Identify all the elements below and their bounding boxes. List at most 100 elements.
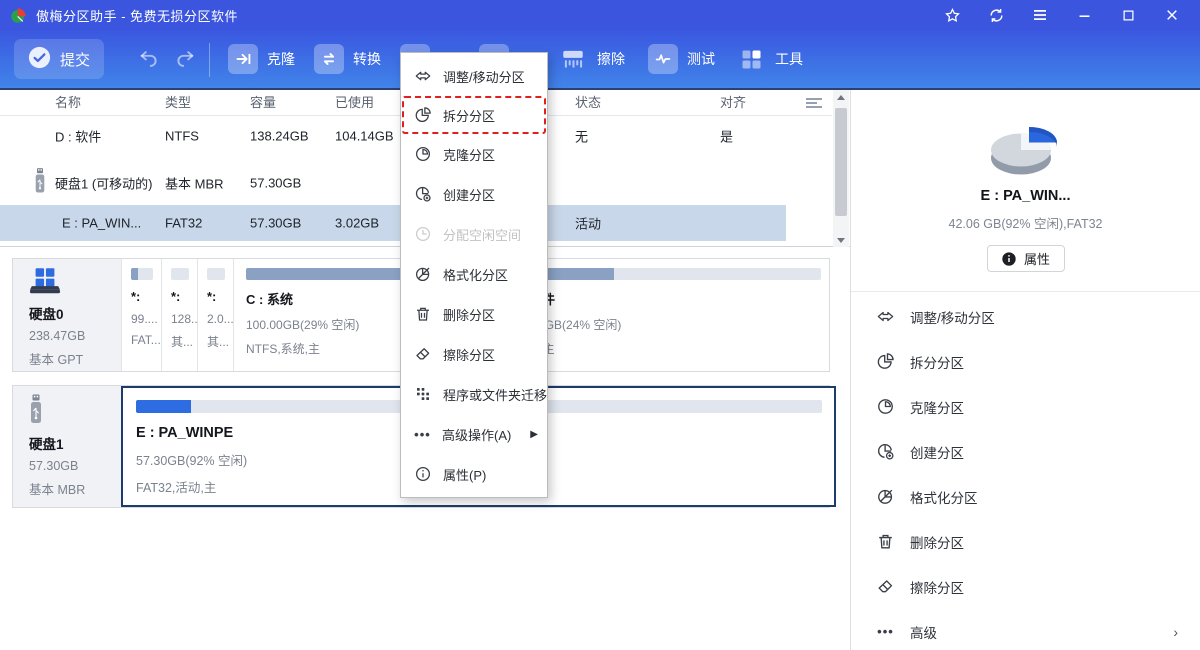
redo-button[interactable] bbox=[174, 48, 196, 70]
sidebar-action-list: 调整/移动分区 拆分分区 克隆分区 创建分区 格式化分区 删除分区 擦除分区 •… bbox=[851, 292, 1200, 650]
submit-label: 提交 bbox=[60, 49, 90, 70]
row-name: E : PA_WIN... bbox=[62, 216, 141, 231]
row-used: 104.14GB bbox=[335, 129, 394, 144]
undo-icon bbox=[138, 48, 160, 70]
convert-icon bbox=[314, 44, 344, 74]
maximize-button[interactable] bbox=[1118, 5, 1138, 25]
sidebar-item-label: 调整/移动分区 bbox=[910, 307, 995, 327]
partition-fs: FAT... bbox=[131, 333, 153, 347]
erase-shredder-icon bbox=[558, 44, 588, 74]
sidebar-item-delete-partition[interactable]: 删除分区 bbox=[851, 519, 1200, 564]
partition-block[interactable]: *: 2.0... 其... bbox=[197, 259, 233, 371]
window-title: 傲梅分区助手 - 免费无损分区软件 bbox=[36, 6, 238, 25]
sidebar-item-label: 擦除分区 bbox=[910, 577, 964, 597]
close-button[interactable] bbox=[1162, 5, 1182, 25]
menu-item-allocate-free-space: 分配空闲空间 bbox=[401, 214, 547, 254]
wipe-partition-icon bbox=[414, 345, 432, 363]
column-header-status[interactable]: 状态 bbox=[575, 90, 601, 116]
menu-item-wipe-partition[interactable]: 擦除分区 bbox=[401, 334, 547, 374]
clone-button[interactable]: 克隆 bbox=[228, 44, 295, 74]
partition-block[interactable]: *: 99.... FAT... bbox=[121, 259, 161, 371]
column-header-used[interactable]: 已使用 bbox=[335, 90, 374, 116]
partition-name: *: bbox=[131, 289, 153, 304]
disk-size: 238.47GB bbox=[29, 329, 121, 343]
partition-fs: 其... bbox=[207, 333, 225, 350]
info-icon bbox=[1001, 251, 1017, 267]
sidebar-item-clone-partition[interactable]: 克隆分区 bbox=[851, 384, 1200, 429]
sidebar-item-split-partition[interactable]: 拆分分区 bbox=[851, 339, 1200, 384]
disk1-info[interactable]: 硬盘1 57.30GB 基本 MBR bbox=[13, 386, 121, 507]
menu-item-create-partition[interactable]: 创建分区 bbox=[401, 174, 547, 214]
partition-pie-chart bbox=[981, 116, 1071, 182]
favorite-star-icon[interactable] bbox=[942, 5, 962, 25]
partition-size: 128... bbox=[171, 312, 189, 326]
minimize-button[interactable] bbox=[1074, 5, 1094, 25]
convert-button[interactable]: 转换 bbox=[314, 44, 381, 74]
undo-button[interactable] bbox=[138, 48, 160, 70]
main-menu-icon[interactable] bbox=[1030, 5, 1050, 25]
delete-partition-icon bbox=[414, 305, 432, 323]
wipe-partition-icon bbox=[876, 577, 895, 596]
submit-button[interactable]: 提交 bbox=[14, 39, 104, 79]
refresh-icon[interactable] bbox=[986, 5, 1006, 25]
tools-label: 工具 bbox=[775, 49, 803, 69]
clone-partition-icon bbox=[876, 397, 895, 416]
menu-item-label: 拆分分区 bbox=[443, 106, 495, 125]
menu-item-split-partition[interactable]: 拆分分区 bbox=[404, 98, 544, 132]
row-type: NTFS bbox=[165, 129, 199, 144]
ellipsis-icon: ••• bbox=[876, 624, 895, 639]
selected-partition-name: E : PA_WIN... bbox=[851, 188, 1200, 204]
menu-item-format-partition[interactable]: 格式化分区 bbox=[401, 254, 547, 294]
test-label: 测试 bbox=[687, 49, 715, 69]
usage-bar bbox=[171, 268, 189, 280]
sidebar-item-format-partition[interactable]: 格式化分区 bbox=[851, 474, 1200, 519]
sidebar-item-advanced[interactable]: ••• 高级 › bbox=[851, 609, 1200, 650]
partition-size: 2.0... bbox=[207, 312, 225, 326]
split-partition-icon bbox=[876, 352, 895, 371]
row-capacity: 57.30GB bbox=[250, 176, 301, 191]
redo-icon bbox=[174, 48, 196, 70]
sidebar-item-wipe-partition[interactable]: 擦除分区 bbox=[851, 564, 1200, 609]
row-name: D : 软件 bbox=[55, 127, 101, 146]
column-header-type[interactable]: 类型 bbox=[165, 90, 191, 116]
table-scrollbar[interactable] bbox=[833, 90, 849, 247]
menu-item-delete-partition[interactable]: 删除分区 bbox=[401, 294, 547, 334]
selected-partition-info: 42.06 GB(92% 空闲),FAT32 bbox=[851, 213, 1200, 232]
menu-item-clone-partition[interactable]: 克隆分区 bbox=[401, 134, 547, 174]
column-settings-icon[interactable] bbox=[806, 98, 822, 109]
submenu-arrow-icon: ▶ bbox=[530, 429, 538, 440]
test-button[interactable]: 测试 bbox=[648, 44, 715, 74]
sidebar-item-resize-move[interactable]: 调整/移动分区 bbox=[851, 294, 1200, 339]
menu-item-label: 属性(P) bbox=[443, 465, 486, 484]
menu-item-resize-move[interactable]: 调整/移动分区 bbox=[401, 56, 547, 96]
menu-item-app-migration[interactable]: 程序或文件夹迁移 bbox=[401, 374, 547, 414]
resize-move-icon bbox=[876, 307, 895, 326]
erase-button[interactable]: 擦除 bbox=[558, 44, 625, 74]
column-header-aligned[interactable]: 对齐 bbox=[720, 90, 746, 116]
tools-button[interactable]: 工具 bbox=[736, 44, 803, 74]
clone-label: 克隆 bbox=[267, 49, 295, 69]
properties-button[interactable]: 属性 bbox=[987, 245, 1065, 272]
disk-layout: 基本 MBR bbox=[29, 479, 121, 498]
menu-item-label: 程序或文件夹迁移 bbox=[443, 385, 547, 404]
partition-name: *: bbox=[207, 289, 225, 304]
disk0-info[interactable]: 硬盘0 238.47GB 基本 GPT bbox=[13, 259, 121, 371]
row-aligned: 是 bbox=[720, 127, 733, 146]
disk-name: 硬盘1 bbox=[29, 433, 121, 453]
column-header-capacity[interactable]: 容量 bbox=[250, 90, 276, 116]
partition-size: 99.... bbox=[131, 312, 153, 326]
partition-block[interactable]: *: 128... 其... bbox=[161, 259, 197, 371]
scroll-down-arrow[interactable] bbox=[833, 233, 849, 247]
partition-name: D : 软件 bbox=[508, 289, 821, 308]
row-capacity: 138.24GB bbox=[250, 129, 309, 144]
scrollbar-thumb[interactable] bbox=[835, 108, 847, 216]
scroll-up-arrow[interactable] bbox=[833, 90, 849, 104]
menu-item-label: 分配空闲空间 bbox=[443, 225, 521, 244]
column-header-name[interactable]: 名称 bbox=[55, 90, 81, 116]
usage-bar bbox=[508, 268, 821, 280]
menu-item-properties[interactable]: 属性(P) bbox=[401, 454, 547, 494]
menu-item-advanced-operations[interactable]: ••• 高级操作(A) ▶ bbox=[401, 414, 547, 454]
sidebar-item-create-partition[interactable]: 创建分区 bbox=[851, 429, 1200, 474]
split-partition-highlight: 拆分分区 bbox=[402, 96, 546, 134]
chevron-right-icon: › bbox=[1173, 624, 1178, 640]
